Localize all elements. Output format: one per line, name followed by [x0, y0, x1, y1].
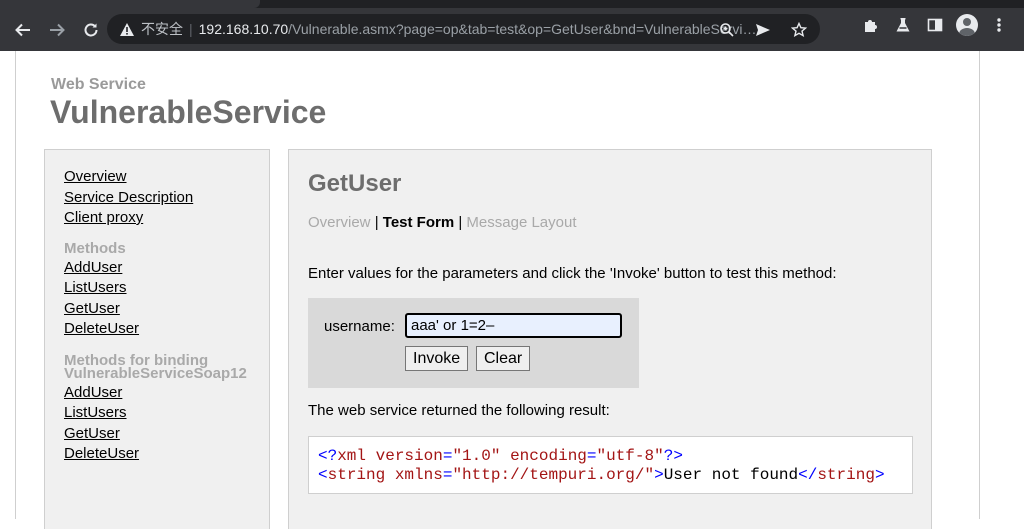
reload-icon: [84, 23, 98, 36]
web-service-kicker: Web Service: [51, 76, 146, 93]
side-panel-icon[interactable]: [924, 14, 946, 36]
url-path: /Vulnerable.asmx?page=op&tab=test&op=Get…: [288, 21, 759, 37]
xml-end-tag-close: >: [874, 466, 885, 484]
xml-pi-close: ?>: [663, 447, 683, 465]
operation-title: GetUser: [308, 170, 402, 197]
bookmark-star-icon[interactable]: [788, 19, 810, 41]
xml-attr-version: version: [375, 447, 443, 465]
nav-client-proxy-link[interactable]: Client proxy: [64, 208, 269, 229]
operation-panel: GetUser Overview | Test Form | Message L…: [288, 149, 932, 529]
omnibox-actions: [716, 19, 810, 41]
url-host: 192.168.10.70: [198, 21, 289, 37]
xml-val-version: "1.0": [452, 447, 501, 465]
xml-tag-close: >: [654, 466, 664, 484]
xml-pi-open: <?: [318, 447, 338, 465]
binding-heading-line2: VulnerableServiceSoap12: [64, 364, 247, 382]
binding-heading: Methods for binding VulnerableServiceSoa…: [64, 353, 269, 382]
methods-heading: Methods: [64, 239, 126, 257]
url-separator: |: [189, 21, 193, 37]
result-label: The web service returned the following r…: [308, 402, 610, 419]
zoom-icon[interactable]: [716, 19, 738, 41]
nav-service-description-link[interactable]: Service Description: [64, 188, 269, 209]
binding-getuser-link[interactable]: GetUser: [64, 424, 269, 445]
nav-overview-link[interactable]: Overview: [64, 167, 269, 188]
xml-declaration-line: <?xml version="1.0" encoding="utf-8"?>: [318, 447, 683, 465]
xml-tag-name: string: [327, 466, 386, 484]
method-deleteuser-link[interactable]: DeleteUser: [64, 319, 269, 340]
test-instructions: Enter values for the parameters and clic…: [308, 265, 837, 282]
service-title: VulnerableService: [50, 94, 327, 130]
profile-avatar-icon[interactable]: [956, 14, 978, 36]
test-form: username: Invoke Clear: [308, 298, 639, 388]
xml-val-xmlns: "http://tempuri.org/": [452, 466, 655, 484]
binding-listusers-link[interactable]: ListUsers: [64, 403, 269, 424]
extensions-puzzle-icon[interactable]: [860, 14, 882, 36]
method-adduser-link[interactable]: AddUser: [64, 258, 269, 279]
binding-adduser-link[interactable]: AddUser: [64, 383, 269, 404]
xml-pi-name: xml: [337, 447, 367, 465]
back-button[interactable]: [7, 14, 39, 46]
tab-message-layout[interactable]: Message Layout: [466, 214, 576, 231]
xml-end-tag-name: string: [817, 466, 875, 484]
warning-icon[interactable]: [119, 22, 135, 37]
xml-end-tag-open: </: [798, 466, 818, 484]
browser-toolbar: 不安全 | 192.168.10.70/Vulnerable.asmx?page…: [0, 8, 1024, 51]
invoke-button[interactable]: Invoke: [405, 346, 469, 371]
xml-attr-xmlns: xmlns: [394, 466, 443, 484]
security-label[interactable]: 不安全: [141, 19, 183, 39]
username-input[interactable]: [405, 313, 622, 338]
clear-button[interactable]: Clear: [476, 346, 531, 371]
xml-val-encoding: "utf-8": [596, 447, 664, 465]
tab-separator: |: [458, 214, 463, 231]
result-xml: <?xml version="1.0" encoding="utf-8"?> <s…: [308, 436, 913, 494]
xml-tag-open: <: [318, 466, 328, 484]
method-getuser-link[interactable]: GetUser: [64, 299, 269, 320]
username-label: username:: [324, 318, 395, 335]
reload-button[interactable]: [75, 14, 107, 46]
arrow-right-icon: [50, 23, 65, 36]
tab-strip: [0, 0, 1024, 8]
xml-string-line: <string xmlns="http://tempuri.org/">User…: [318, 466, 885, 484]
kebab-menu-icon[interactable]: [988, 14, 1010, 36]
operation-tabs: Overview | Test Form | Message Layout: [308, 214, 577, 231]
forward-button[interactable]: [41, 14, 73, 46]
page-border-left: [15, 51, 16, 519]
xml-attr-encoding: encoding: [510, 447, 587, 465]
page-border-right: [979, 51, 980, 519]
method-listusers-link[interactable]: ListUsers: [64, 278, 269, 299]
tab-test-form[interactable]: Test Form: [383, 214, 454, 231]
address-bar[interactable]: 不安全 | 192.168.10.70/Vulnerable.asmx?page…: [107, 14, 820, 44]
xml-result-text: User not found: [663, 466, 799, 484]
send-icon[interactable]: [752, 19, 774, 41]
tab-overview[interactable]: Overview: [308, 214, 371, 231]
labs-flask-icon[interactable]: [892, 14, 914, 36]
arrow-left-icon: [15, 23, 30, 36]
page-content: Web Service VulnerableService Overview S…: [0, 51, 1024, 529]
tab-separator: |: [374, 214, 379, 231]
active-tab-edge[interactable]: [0, 0, 260, 8]
left-nav: Overview Service Description Client prox…: [44, 149, 270, 529]
toolbar-right-icons: [860, 14, 1010, 36]
binding-deleteuser-link[interactable]: DeleteUser: [64, 444, 269, 465]
